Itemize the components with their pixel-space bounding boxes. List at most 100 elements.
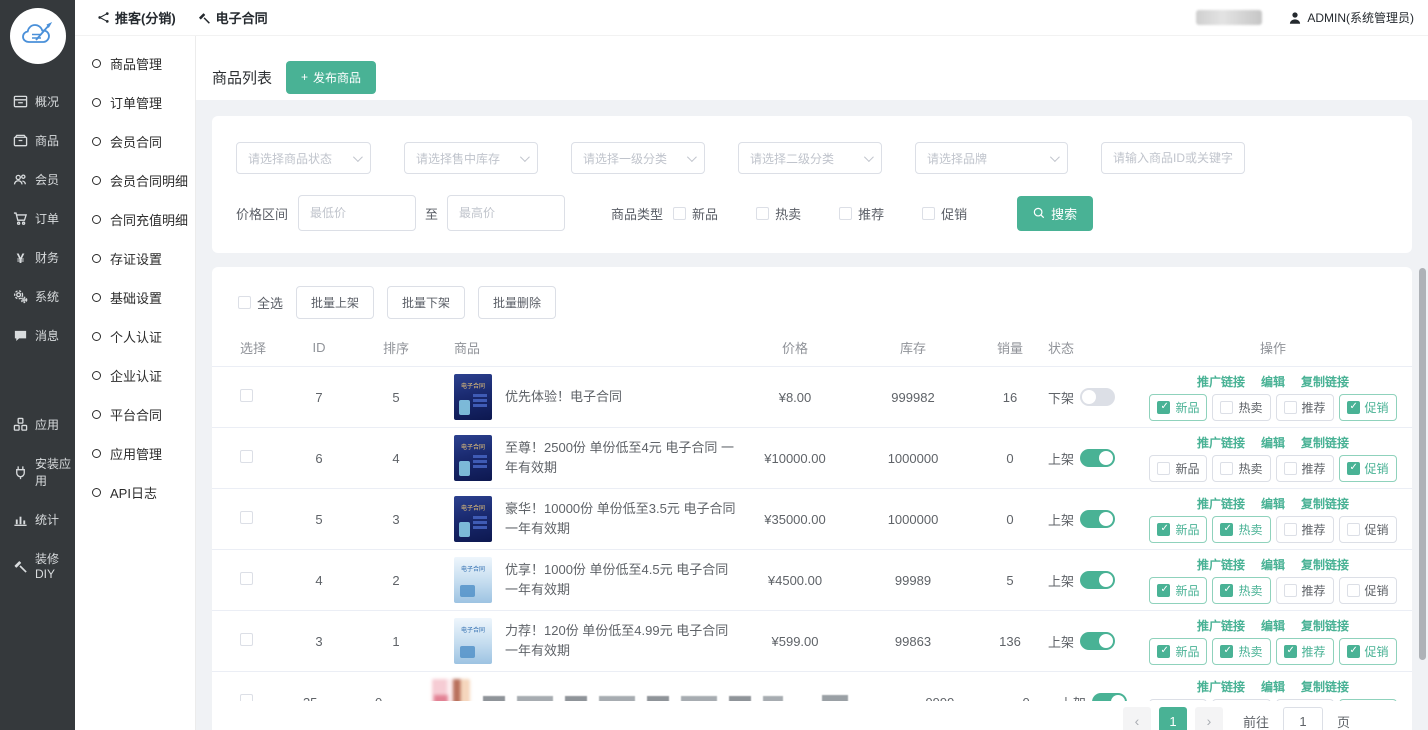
submenu-item[interactable]: 商品管理 [75, 44, 195, 83]
prev-page-button[interactable]: ‹ [1123, 707, 1151, 730]
product-status-select[interactable]: 请选择商品状态 [236, 142, 371, 174]
submenu-item[interactable]: 会员合同 [75, 122, 195, 161]
sidebar-item-orders[interactable]: 订单 [0, 199, 75, 238]
category2-select[interactable]: 请选择二级分类 [738, 142, 882, 174]
copy-link-button[interactable]: 复制链接 [1301, 373, 1349, 390]
type-checkbox-promo[interactable]: 促销 [922, 204, 967, 223]
submenu-item[interactable]: API日志 [75, 473, 195, 512]
sidebar-item-apps[interactable]: 应用 [0, 405, 75, 444]
tag-new-button[interactable]: 新品 [1149, 516, 1207, 543]
promo-link-button[interactable]: 推广链接 [1197, 495, 1245, 512]
tag-promo-button[interactable]: 促销 [1339, 577, 1397, 604]
promo-link-button[interactable]: 推广链接 [1197, 556, 1245, 573]
tag-promo-button[interactable]: 促销 [1339, 638, 1397, 665]
tag-recommend-button[interactable]: 推荐 [1276, 638, 1334, 665]
submenu-item[interactable]: 应用管理 [75, 434, 195, 473]
copy-link-button[interactable]: 复制链接 [1301, 556, 1349, 573]
vertical-scrollbar[interactable] [1419, 268, 1426, 660]
publish-product-button[interactable]: + 发布商品 [286, 61, 376, 94]
sidebar-item-members[interactable]: 会员 [0, 160, 75, 199]
tag-recommend-button[interactable]: 推荐 [1276, 577, 1334, 604]
promo-link-button[interactable]: 推广链接 [1197, 434, 1245, 451]
select-all-checkbox[interactable]: 全选 [238, 293, 283, 312]
sidebar-item-finance[interactable]: ¥ 财务 [0, 238, 75, 277]
status-toggle[interactable] [1080, 632, 1115, 650]
tag-hot-button[interactable]: 热卖 [1212, 577, 1270, 604]
row-checkbox[interactable] [240, 511, 253, 524]
tag-new-button[interactable]: 新品 [1149, 455, 1207, 482]
tag-hot-button[interactable]: 热卖 [1212, 455, 1270, 482]
edit-button[interactable]: 编辑 [1261, 556, 1285, 573]
batch-delete-button[interactable]: 批量删除 [478, 286, 556, 319]
status-toggle[interactable] [1080, 388, 1115, 406]
keyword-input[interactable] [1101, 142, 1245, 174]
edit-button[interactable]: 编辑 [1261, 617, 1285, 634]
goto-page-input[interactable] [1283, 707, 1323, 730]
promo-link-button[interactable]: 推广链接 [1197, 617, 1245, 634]
user-menu[interactable]: ADMIN(系统管理员) [1288, 9, 1414, 26]
tag-recommend-button[interactable]: 推荐 [1276, 516, 1334, 543]
tag-new-button[interactable]: 新品 [1149, 577, 1207, 604]
sidebar-item-products[interactable]: 商品 [0, 121, 75, 160]
row-checkbox[interactable] [240, 633, 253, 646]
batch-online-button[interactable]: 批量上架 [296, 286, 374, 319]
tag-hot-button[interactable]: 热卖 [1212, 638, 1270, 665]
checkbox-icon [1284, 584, 1297, 597]
sidebar-item-stats[interactable]: 统计 [0, 500, 75, 539]
row-checkbox[interactable] [240, 389, 253, 402]
promo-link-button[interactable]: 推广链接 [1197, 373, 1245, 390]
status-toggle[interactable] [1080, 510, 1115, 528]
tag-promo-button[interactable]: 促销 [1339, 394, 1397, 421]
copy-link-button[interactable]: 复制链接 [1301, 617, 1349, 634]
submenu-item[interactable]: 合同充值明细 [75, 200, 195, 239]
type-checkbox-recommend[interactable]: 推荐 [839, 204, 884, 223]
tag-recommend-button[interactable]: 推荐 [1276, 394, 1334, 421]
edit-button[interactable]: 编辑 [1261, 678, 1285, 695]
edit-button[interactable]: 编辑 [1261, 495, 1285, 512]
min-price-input[interactable] [298, 195, 416, 231]
edit-button[interactable]: 编辑 [1261, 434, 1285, 451]
tab-tuike[interactable]: 推客(分销) [97, 8, 176, 27]
copy-link-button[interactable]: 复制链接 [1301, 678, 1349, 695]
app-logo[interactable] [10, 8, 66, 64]
sidebar-item-install-apps[interactable]: 安装应用 [0, 444, 75, 500]
type-checkbox-hot[interactable]: 热卖 [756, 204, 801, 223]
copy-link-button[interactable]: 复制链接 [1301, 495, 1349, 512]
sidebar-item-system[interactable]: 系统 [0, 277, 75, 316]
sidebar-item-messages[interactable]: 消息 [0, 316, 75, 355]
submenu-item[interactable]: 存证设置 [75, 239, 195, 278]
status-toggle[interactable] [1080, 571, 1115, 589]
brand-select[interactable]: 请选择品牌 [915, 142, 1068, 174]
sidebar-item-diy[interactable]: 装修DIY [0, 539, 75, 592]
row-checkbox[interactable] [240, 572, 253, 585]
status-toggle[interactable] [1080, 449, 1115, 467]
tag-new-button[interactable]: 新品 [1149, 638, 1207, 665]
stock-select[interactable]: 请选择售中库存 [404, 142, 538, 174]
rail-spacer [0, 355, 75, 405]
submenu-item[interactable]: 企业认证 [75, 356, 195, 395]
category1-select[interactable]: 请选择一级分类 [571, 142, 705, 174]
batch-offline-button[interactable]: 批量下架 [387, 286, 465, 319]
tag-promo-button[interactable]: 促销 [1339, 455, 1397, 482]
max-price-input[interactable] [447, 195, 565, 231]
submenu-item[interactable]: 个人认证 [75, 317, 195, 356]
copy-link-button[interactable]: 复制链接 [1301, 434, 1349, 451]
tag-new-button[interactable]: 新品 [1149, 394, 1207, 421]
row-checkbox[interactable] [240, 450, 253, 463]
tag-hot-button[interactable]: 热卖 [1212, 516, 1270, 543]
next-page-button[interactable]: › [1195, 707, 1223, 730]
edit-button[interactable]: 编辑 [1261, 373, 1285, 390]
tab-contract[interactable]: 电子合同 [198, 8, 268, 27]
current-page-button[interactable]: 1 [1159, 707, 1187, 730]
submenu-item[interactable]: 会员合同明细 [75, 161, 195, 200]
type-checkbox-new[interactable]: 新品 [673, 204, 718, 223]
promo-link-button[interactable]: 推广链接 [1197, 678, 1245, 695]
tag-hot-button[interactable]: 热卖 [1212, 394, 1270, 421]
submenu-item[interactable]: 订单管理 [75, 83, 195, 122]
submenu-item[interactable]: 基础设置 [75, 278, 195, 317]
search-button[interactable]: 搜索 [1017, 196, 1093, 231]
sidebar-item-overview[interactable]: 概况 [0, 82, 75, 121]
submenu-item[interactable]: 平台合同 [75, 395, 195, 434]
tag-promo-button[interactable]: 促销 [1339, 516, 1397, 543]
tag-recommend-button[interactable]: 推荐 [1276, 455, 1334, 482]
